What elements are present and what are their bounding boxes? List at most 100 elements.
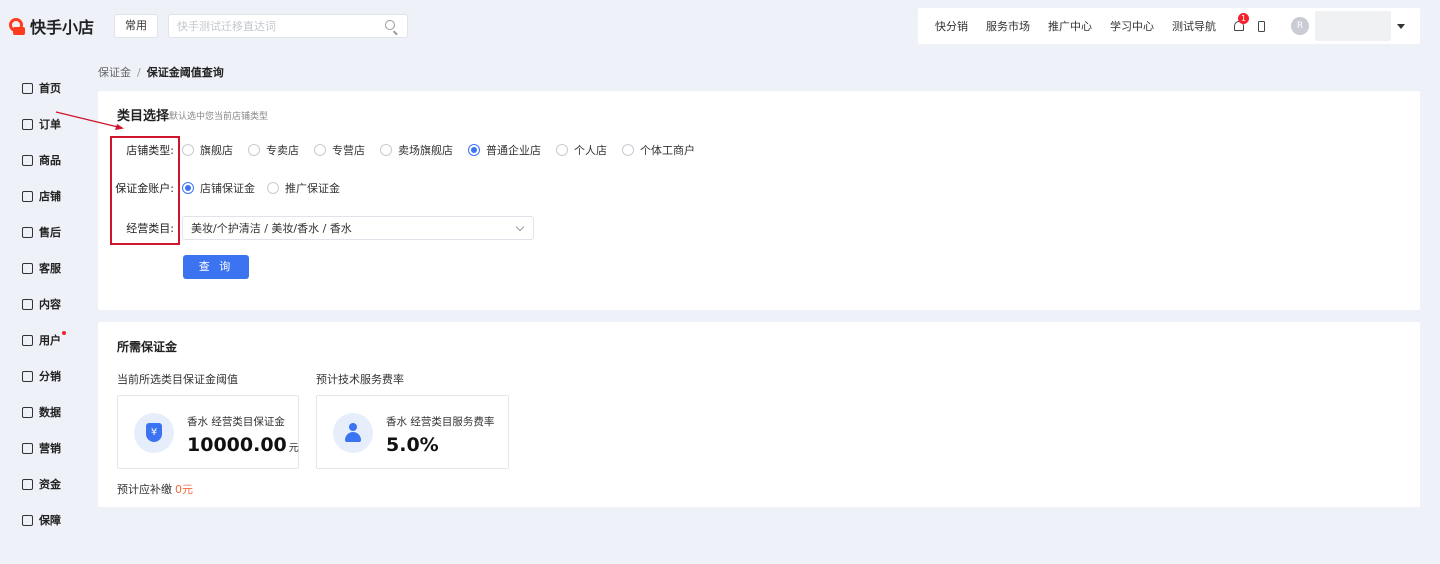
radio-dot[interactable]: [314, 144, 326, 156]
chevron-down-icon[interactable]: [515, 222, 525, 232]
radio-individual-business[interactable]: 个体工商户: [622, 142, 695, 158]
sidebar-item-shop[interactable]: 店铺: [0, 178, 80, 214]
sidebar-item-customer-service[interactable]: 客服: [0, 250, 80, 286]
radio-label: 个体工商户: [640, 144, 695, 157]
order-icon: [22, 118, 33, 130]
person-icon: [345, 423, 361, 443]
annotation-arrow-icon: [55, 111, 124, 130]
breadcrumb: 保证金 / 保证金阈值查询: [98, 64, 224, 80]
radio-dot-checked[interactable]: [468, 144, 480, 156]
breadcrumb-current: 保证金阈值查询: [146, 66, 224, 79]
radio-label: 个人店: [574, 144, 607, 157]
sidebar-item-data[interactable]: 数据: [0, 394, 80, 430]
sidebar-item-guarantee[interactable]: 保障: [0, 502, 80, 538]
supplement-note: 预计应补缴 0元: [117, 481, 193, 497]
radio-label: 卖场旗舰店: [398, 144, 453, 157]
sidebar-item-label: 资金: [39, 478, 61, 491]
sidebar-item-label: 店铺: [39, 190, 61, 203]
radio-promotion-deposit[interactable]: 推广保证金: [267, 180, 340, 196]
threshold-label: 当前所选类目保证金阈值: [117, 373, 238, 386]
fee-rate-label: 预计技术服务费率: [316, 373, 404, 386]
radio-specialty[interactable]: 专营店: [314, 142, 365, 158]
customer-service-icon: [22, 262, 33, 274]
category-section-hint: 默认选中您当前店铺类型: [169, 112, 269, 122]
nav-link-service-market[interactable]: 服务市场: [986, 18, 1030, 34]
sidebar-item-distribution[interactable]: 分销: [0, 358, 80, 394]
search-box[interactable]: [168, 14, 409, 38]
sidebar-item-label: 营销: [39, 442, 61, 455]
deposit-section-title: 所需保证金: [117, 340, 178, 354]
radio-dot[interactable]: [248, 144, 260, 156]
radio-label: 专卖店: [266, 144, 299, 157]
favorites-button[interactable]: 常用: [114, 14, 159, 38]
breadcrumb-separator: /: [137, 66, 141, 79]
radio-dot[interactable]: [267, 182, 279, 194]
radio-exclusive[interactable]: 专卖店: [248, 142, 299, 158]
search-input[interactable]: [169, 15, 370, 37]
funds-icon: [22, 478, 33, 490]
sidebar-item-home[interactable]: 首页: [0, 70, 80, 106]
content-icon: [22, 298, 33, 310]
supplement-amount: 0元: [175, 483, 193, 496]
nav-link-learning-center[interactable]: 学习中心: [1110, 18, 1154, 34]
metric-icon-circle: ¥: [134, 413, 174, 453]
metric-icon-circle: [333, 413, 373, 453]
nav-link-promotion-center[interactable]: 推广中心: [1048, 18, 1092, 34]
kuaishou-logo-icon: [8, 16, 28, 36]
radio-enterprise[interactable]: 普通企业店: [468, 142, 541, 158]
deposit-amount-value: 10000.00: [187, 434, 287, 456]
radio-shop-deposit[interactable]: 店铺保证金: [182, 180, 255, 196]
radio-dot[interactable]: [622, 144, 634, 156]
nav-link-test-nav[interactable]: 测试导航: [1172, 18, 1216, 34]
radio-personal[interactable]: 个人店: [556, 142, 607, 158]
sidebar-item-label: 保障: [39, 514, 61, 527]
radio-dot-checked[interactable]: [182, 182, 194, 194]
sidebar-item-users[interactable]: 用户: [0, 322, 80, 358]
sidebar-item-label: 商品: [39, 154, 61, 167]
guarantee-icon: [22, 514, 33, 526]
query-button[interactable]: 查 询: [183, 255, 249, 279]
sidebar-item-content[interactable]: 内容: [0, 286, 80, 322]
marketing-icon: [22, 442, 33, 454]
bell-icon[interactable]: 1: [1232, 13, 1249, 32]
shop-icon: [22, 190, 33, 202]
sidebar-item-after-sale[interactable]: 售后: [0, 214, 80, 250]
sidebar-item-label: 内容: [39, 298, 61, 311]
shop-type-row: 店铺类型: 旗舰店 专卖店 专营店 卖场旗舰店 普通企业店 个人店 个体工商户: [98, 140, 702, 160]
nav-link-kuaifenxiao[interactable]: 快分销: [935, 18, 968, 34]
radio-dot[interactable]: [556, 144, 568, 156]
radio-dot[interactable]: [182, 144, 194, 156]
top-bar: 快手小店 常用 快分销 服务市场 推广中心 学习中心 测试导航 1 R: [0, 0, 1440, 52]
logo[interactable]: 快手小店: [8, 14, 94, 38]
supplement-label: 预计应补缴: [117, 483, 172, 496]
radio-mall-flagship[interactable]: 卖场旗舰店: [380, 142, 453, 158]
search-icon[interactable]: [385, 20, 396, 30]
sidebar-item-marketing[interactable]: 营销: [0, 430, 80, 466]
notification-badge: 1: [1238, 13, 1249, 24]
category-select[interactable]: 美妆/个护清洁 / 美妆/香水 / 香水: [182, 216, 534, 240]
user-name-block[interactable]: [1315, 11, 1391, 41]
data-icon: [22, 406, 33, 418]
radio-label: 店铺保证金: [200, 182, 255, 195]
top-nav: 快分销 服务市场 推广中心 学习中心 测试导航 1 R: [918, 8, 1420, 44]
metric-label: 香水 经营类目保证金: [187, 416, 285, 428]
required-deposit-card: 所需保证金 当前所选类目保证金阈值 预计技术服务费率 ¥ 香水 经营类目保证金 …: [98, 322, 1420, 507]
chevron-down-icon[interactable]: [1397, 23, 1405, 29]
mobile-icon[interactable]: [1258, 20, 1265, 32]
category-selection-card: 类目选择 默认选中您当前店铺类型 店铺类型: 旗舰店 专卖店 专营店 卖场旗舰店…: [98, 91, 1420, 310]
fee-rate-metric: 香水 经营类目服务费率 5.0%: [316, 395, 509, 469]
sidebar-item-products[interactable]: 商品: [0, 142, 80, 178]
sidebar: 首页 订单 商品 店铺 售后 客服 内容 用户 分销 数据 营销 资金 保障: [0, 70, 80, 538]
avatar[interactable]: R: [1291, 17, 1309, 35]
deposit-threshold-metric: ¥ 香水 经营类目保证金 10000.00 元: [117, 395, 299, 469]
product-icon: [22, 154, 33, 166]
deposit-amount-unit: 元: [288, 443, 299, 454]
radio-label: 旗舰店: [200, 144, 233, 157]
radio-dot[interactable]: [380, 144, 392, 156]
breadcrumb-parent[interactable]: 保证金: [98, 66, 131, 79]
sidebar-item-funds[interactable]: 资金: [0, 466, 80, 502]
radio-flagship[interactable]: 旗舰店: [182, 142, 233, 158]
notification-dot: [62, 331, 66, 335]
user-icon: [22, 334, 33, 346]
after-sale-icon: [22, 226, 33, 238]
